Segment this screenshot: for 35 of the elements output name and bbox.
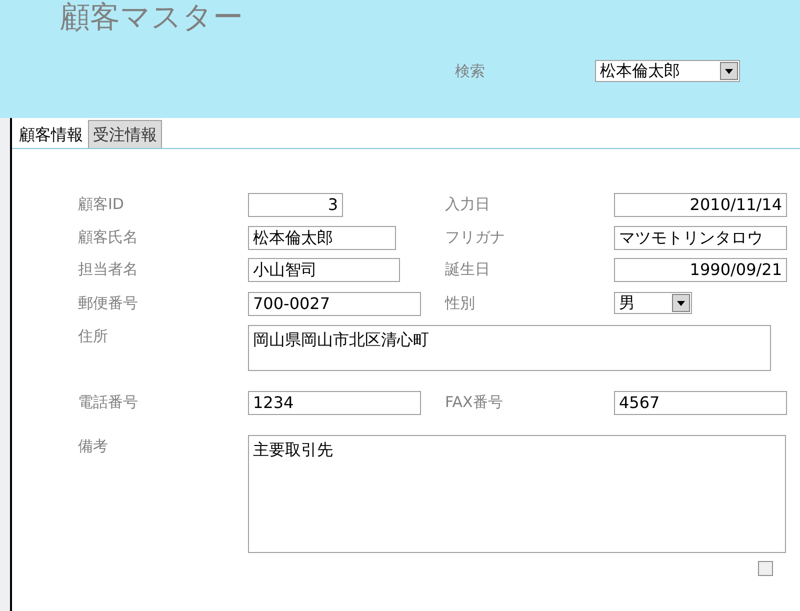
input-field[interactable]: 小山智司 — [248, 258, 400, 282]
dropdown[interactable]: 松本倫太郎 — [595, 60, 740, 82]
dropdown-value: 松本倫太郎 — [599, 63, 682, 80]
input-field[interactable]: 700-0027 — [248, 292, 421, 316]
tab[interactable]: 受注情報 — [88, 120, 162, 148]
input-field[interactable]: 4567 — [614, 391, 787, 415]
dropdown-button[interactable] — [720, 62, 738, 80]
input-field[interactable]: 1234 — [248, 391, 421, 415]
field-label: 住所 — [78, 326, 109, 347]
caret-down-icon — [725, 68, 733, 74]
field-label: 郵便番号 — [78, 293, 139, 314]
field-label: 性別 — [445, 293, 476, 314]
field-label: 備考 — [78, 436, 109, 457]
checkbox[interactable] — [758, 561, 773, 576]
field-label: 担当者名 — [78, 259, 139, 280]
input-field[interactable]: 2010/11/14 — [614, 193, 787, 217]
field-label: 誕生日 — [445, 259, 491, 280]
input-field[interactable]: 1990/09/21 — [614, 258, 787, 282]
dropdown[interactable]: 男 — [614, 292, 692, 314]
input-field[interactable]: 松本倫太郎 — [248, 226, 396, 250]
field-label: 顧客氏名 — [78, 227, 139, 248]
text-area[interactable]: 岡山県岡山市北区清心町 — [248, 325, 771, 371]
input-field[interactable]: マツモトリンタロウ — [614, 226, 787, 250]
input-field[interactable]: 3 — [248, 193, 343, 217]
caret-down-icon — [677, 300, 685, 306]
text-area[interactable]: 主要取引先 — [248, 435, 786, 553]
dropdown-value: 男 — [618, 295, 636, 311]
dropdown-button[interactable] — [672, 294, 690, 312]
field-label: 顧客ID — [78, 194, 125, 215]
field-label: フリガナ — [445, 227, 506, 248]
search-label: 検索 — [455, 61, 486, 82]
field-label: 電話番号 — [78, 392, 139, 413]
form-title: 顧客マスター — [60, 0, 244, 36]
field-label: 入力日 — [445, 194, 491, 215]
field-label: FAX番号 — [445, 392, 504, 413]
